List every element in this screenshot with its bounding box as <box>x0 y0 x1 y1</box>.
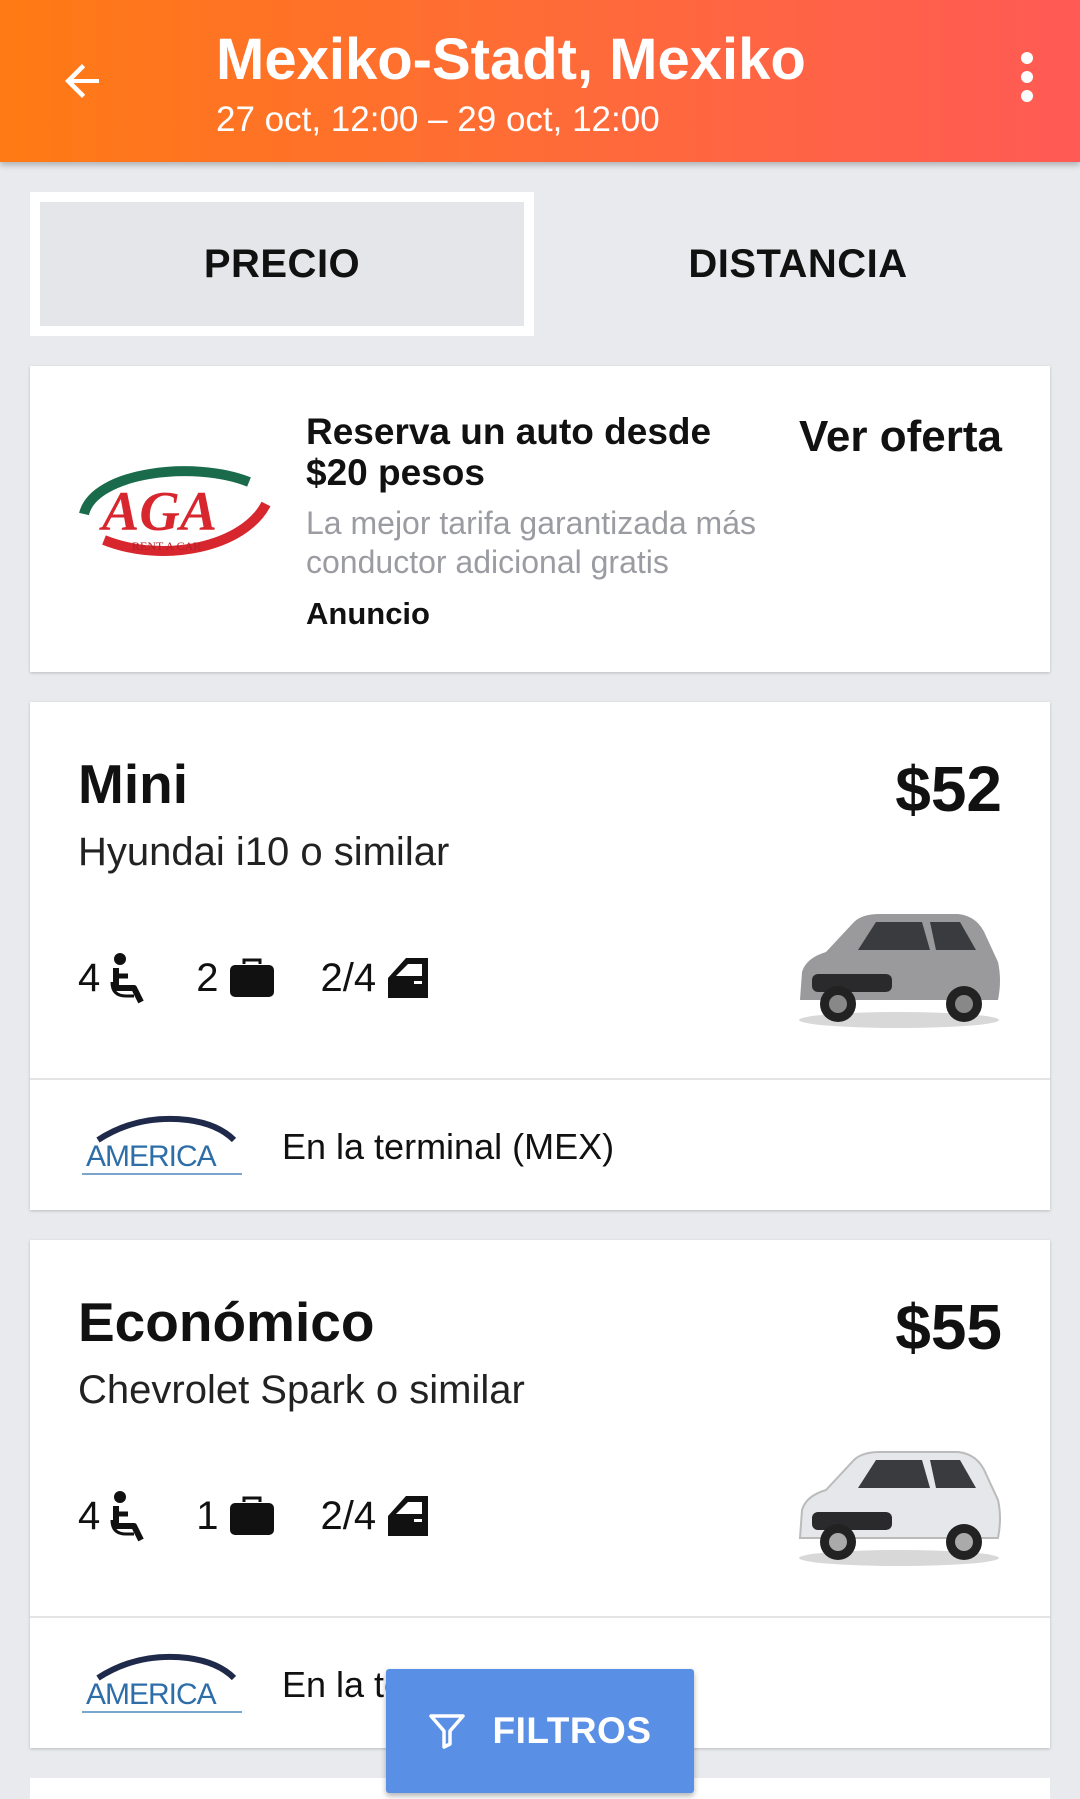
ad-description: La mejor tarifa garantizada más conducto… <box>306 505 756 580</box>
car-image <box>799 914 1000 1028</box>
america-logo: AMERICA <box>82 1653 242 1713</box>
bags-count: 2 <box>196 955 219 1000</box>
card-divider <box>30 1078 1050 1080</box>
america-logo-text: AMERICA <box>86 1678 217 1711</box>
car-image <box>798 1451 1001 1566</box>
america-logo: AMERICA <box>82 1115 242 1175</box>
ad-label: Anuncio <box>306 596 430 631</box>
seat-icon <box>110 1491 144 1542</box>
america-logo-text: AMERICA <box>86 1140 217 1173</box>
car-model: Chevrolet Spark o similar <box>78 1368 525 1412</box>
tab-precio[interactable]: PRECIO <box>30 192 534 336</box>
tab-label: DISTANCIA <box>688 241 908 286</box>
aga-logo-text: AGA <box>99 481 217 543</box>
car-door-icon <box>388 1496 429 1536</box>
tab-distancia[interactable]: DISTANCIA <box>546 192 1050 336</box>
bags-feature: 1 <box>196 1494 274 1539</box>
car-category: Económico <box>78 1291 375 1353</box>
aga-logo: AGA RENT A CAR <box>79 466 271 556</box>
seats-count: 4 <box>78 955 101 1000</box>
page-title: Mexiko-Stadt, Mexiko <box>216 27 806 92</box>
seats-feature: 4 <box>78 952 150 1004</box>
back-button[interactable] <box>50 48 116 114</box>
aga-logo-sub: RENT A CAR <box>132 539 201 553</box>
filter-icon <box>429 1714 466 1749</box>
car-features: 4 1 2/4 <box>78 1488 476 1544</box>
tab-label: PRECIO <box>203 241 361 286</box>
car-category: Mini <box>78 753 188 815</box>
car-price: $55 <box>895 1291 1002 1363</box>
doors-count: 2/4 <box>320 1493 377 1538</box>
pickup-location: En la terminal (MEX) <box>282 1126 615 1167</box>
car-result-card[interactable]: Mini Hyundai i10 o similar $52 4 2 2/4 A… <box>30 702 1050 1210</box>
ver-oferta-link[interactable]: Ver oferta <box>799 412 1002 462</box>
filters-label: FILTROS <box>492 1710 652 1751</box>
car-price: $52 <box>895 753 1002 825</box>
car-features: 4 2 2/4 <box>78 950 476 1006</box>
bags-count: 1 <box>196 1493 219 1538</box>
ad-card[interactable]: AGA RENT A CAR Reserva un auto desde $20… <box>30 366 1050 672</box>
seats-feature: 4 <box>78 1490 150 1542</box>
more-options-button[interactable] <box>994 44 1060 110</box>
filters-button[interactable]: FILTROS <box>386 1669 694 1793</box>
doors-feature: 2/4 <box>321 1494 431 1539</box>
more-vertical-icon <box>1021 52 1033 102</box>
doors-feature: 2/4 <box>321 956 431 1001</box>
seats-count: 4 <box>78 1493 101 1538</box>
card-divider <box>30 1616 1050 1618</box>
ad-headline: Reserva un auto desde $20 pesos <box>306 411 712 493</box>
car-door-icon <box>388 958 429 998</box>
bags-feature: 2 <box>196 956 274 1001</box>
app-header: Mexiko-Stadt, Mexiko 27 oct, 12:00 – 29 … <box>0 0 1080 162</box>
arrow-left-icon <box>65 64 99 98</box>
suitcase-icon <box>229 1496 274 1535</box>
seat-icon <box>110 953 144 1004</box>
date-range[interactable]: 27 oct, 12:00 – 29 oct, 12:00 <box>216 100 660 140</box>
doors-count: 2/4 <box>320 955 377 1000</box>
suitcase-icon <box>229 958 274 997</box>
car-model: Hyundai i10 o similar <box>78 830 450 874</box>
